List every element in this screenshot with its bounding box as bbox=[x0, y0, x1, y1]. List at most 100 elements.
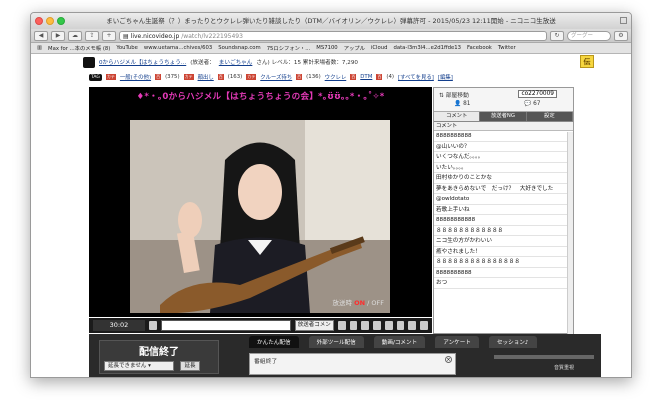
bookmark-item[interactable]: MS7100 bbox=[316, 45, 337, 51]
forward-button[interactable]: ▶ bbox=[51, 30, 65, 41]
list-item[interactable]: いたい。。。。 bbox=[434, 163, 573, 173]
comment-input[interactable] bbox=[160, 320, 291, 331]
comment-settings-icon[interactable] bbox=[148, 321, 157, 330]
dictionary-icon[interactable]: 百 bbox=[376, 74, 383, 80]
dictionary-icon[interactable]: 百 bbox=[296, 74, 303, 80]
bookmark-item[interactable]: YouTube bbox=[116, 45, 138, 51]
bookmark-item[interactable]: data-l3m3l4...e2d1ffde13 bbox=[394, 45, 461, 51]
comment-icon[interactable] bbox=[349, 321, 358, 330]
keyboard-icon[interactable] bbox=[361, 321, 370, 330]
fullscreen-button[interactable] bbox=[620, 17, 627, 24]
broadcaster-link[interactable]: まいごちゃん bbox=[219, 58, 253, 66]
minimize-button[interactable] bbox=[46, 17, 54, 25]
add-tab-button[interactable]: + bbox=[102, 30, 116, 41]
cloud-icon[interactable]: ☁ bbox=[68, 30, 82, 41]
tag-link[interactable]: 顔出し bbox=[198, 73, 214, 81]
quality-icon[interactable] bbox=[373, 321, 381, 330]
dictionary-icon[interactable]: 百 bbox=[217, 74, 224, 80]
close-icon[interactable]: × bbox=[445, 356, 452, 363]
bookmark-item[interactable]: アップル bbox=[344, 44, 365, 52]
tab-broadcaster-ng[interactable]: 放送者NG bbox=[480, 112, 527, 121]
edit-tags-link[interactable]: [編集] bbox=[438, 73, 453, 81]
tag-count: (163) bbox=[227, 74, 243, 80]
zoom-button[interactable] bbox=[57, 17, 65, 25]
address-bar[interactable]: ▤ live.nicovideo.jp/watch/lv222195493 bbox=[119, 30, 547, 41]
list-icon[interactable] bbox=[384, 321, 393, 330]
tab-video-comment[interactable]: 動画/コメント bbox=[373, 336, 426, 348]
program-end-popup: 番組終了 × bbox=[249, 353, 456, 375]
settings-icon[interactable] bbox=[420, 321, 428, 330]
broadcaster-label: (放送者： bbox=[190, 60, 215, 66]
community-select[interactable]: co2270009 bbox=[518, 90, 557, 98]
bookmark-item[interactable]: Soundsnap.com bbox=[218, 45, 260, 51]
tab-external-tool[interactable]: 外部ツール配信 bbox=[308, 336, 364, 348]
list-item[interactable]: 癒やされました！ bbox=[434, 247, 573, 257]
tab-easy-broadcast[interactable]: かんたん配信 bbox=[249, 336, 299, 348]
browser-window: まいごちゃん生誕祭（？）まったりとウクレレ弾いたり雑談したり（DTM／バイオリン… bbox=[30, 12, 632, 378]
gear-icon[interactable]: ⚙ bbox=[614, 30, 628, 41]
close-button[interactable] bbox=[35, 17, 43, 25]
extend-select[interactable]: 延長できません ▾ bbox=[104, 361, 174, 371]
broadcaster-comment-button[interactable]: 放送者コメン bbox=[294, 320, 334, 331]
stream-title-link[interactable]: 0からハジメル【はちょうちょう... bbox=[99, 58, 186, 66]
tag-link[interactable]: 一般(その他) bbox=[120, 73, 151, 81]
bookmark-item[interactable]: Facebook bbox=[467, 45, 492, 51]
viewer-count: 👤 81 bbox=[454, 101, 471, 107]
extend-button[interactable]: 延長 bbox=[180, 361, 200, 371]
refresh-icon[interactable] bbox=[396, 321, 405, 330]
video-frame[interactable]: 放送時 ON / OFF bbox=[130, 120, 390, 313]
list-item[interactable]: いくつなんだ。。。。 bbox=[434, 152, 573, 163]
list-item[interactable]: ニコ生の方がかわいい bbox=[434, 236, 573, 247]
reading-list-icon[interactable]: ▥ bbox=[37, 45, 42, 51]
tag-link[interactable]: DTM bbox=[360, 74, 372, 80]
player-controls: 30:02 放送者コメン bbox=[89, 318, 432, 333]
close-icon[interactable] bbox=[337, 321, 346, 330]
tab-comments[interactable]: コメント bbox=[434, 112, 481, 121]
bookmark-item[interactable]: Twitter bbox=[498, 45, 516, 51]
watermark-text: 放送時 bbox=[332, 299, 353, 307]
list-item[interactable]: ８８８８８８８８８８８８ bbox=[434, 226, 573, 236]
bookmark-item[interactable]: iCloud bbox=[371, 45, 388, 51]
level-info: さん) レベル：15 累計来場者数：7,290 bbox=[256, 60, 358, 66]
tag-link[interactable]: ウクレレ bbox=[325, 73, 347, 81]
list-item[interactable]: 夢をあきらめないで だっけ？ 大好きでした bbox=[434, 184, 573, 194]
volume-slider[interactable] bbox=[494, 355, 594, 359]
list-item[interactable]: ８８８８８８８８８８８８８８８ bbox=[434, 257, 573, 268]
bookmark-item[interactable]: 75ロシフォン・... bbox=[267, 44, 311, 52]
tab-survey[interactable]: アンケート bbox=[435, 336, 479, 348]
list-item[interactable]: おつ bbox=[434, 278, 573, 289]
list-item[interactable]: 田村ゆかりのことかな bbox=[434, 173, 573, 184]
list-item[interactable]: 8888888888 bbox=[434, 268, 573, 278]
tag-lock-icon: カテ bbox=[183, 74, 194, 80]
den-badge[interactable]: 伝 bbox=[580, 55, 594, 68]
tag-link[interactable]: クルーズ待ち bbox=[260, 73, 292, 81]
off-label: / OFF bbox=[367, 299, 384, 307]
tab-session[interactable]: セッション♪ bbox=[488, 336, 537, 348]
stream-info-bar: 0からハジメル【はちょうちょう... (放送者： まいごちゃん さん) レベル：… bbox=[83, 54, 601, 70]
video-player[interactable]: ♦*・｡0からハジメル【はちょうちょうの会】*｡ʊ̈ʊ̈｡｡*・｡˚✧* 放送時… bbox=[89, 87, 432, 317]
list-item[interactable]: 若歌上手いね bbox=[434, 205, 573, 215]
comment-scrollbar[interactable] bbox=[567, 132, 573, 334]
stream-thumbnail[interactable] bbox=[83, 56, 95, 68]
share-icon[interactable]: ⇪ bbox=[85, 30, 99, 41]
tag-count: (375) bbox=[165, 74, 180, 80]
list-item[interactable]: @owldotato bbox=[434, 194, 573, 205]
list-item[interactable]: @山いいの？ bbox=[434, 142, 573, 152]
search-field[interactable]: グーグー bbox=[567, 30, 611, 41]
tab-settings[interactable]: 設定 bbox=[526, 112, 573, 121]
back-button[interactable]: ◀ bbox=[34, 30, 48, 41]
screenshot-icon[interactable] bbox=[408, 321, 417, 330]
bookmark-item[interactable]: www.uetama...chives/603 bbox=[144, 45, 212, 51]
reload-icon[interactable]: ↻ bbox=[550, 30, 564, 41]
comment-column-header[interactable]: コメント bbox=[434, 122, 573, 131]
bookmark-item[interactable]: Max for ...本のメモ帳 (8) bbox=[48, 44, 110, 52]
dictionary-icon[interactable]: 百 bbox=[155, 74, 162, 80]
see-all-tags-link[interactable]: [すべてを見る] bbox=[398, 73, 434, 81]
dictionary-icon[interactable]: 百 bbox=[350, 74, 357, 80]
end-broadcast-button[interactable]: 配信終了 bbox=[100, 343, 218, 358]
list-item[interactable]: 8888888888 bbox=[434, 131, 573, 142]
window-title: まいごちゃん生誕祭（？）まったりとウクレレ弾いたり雑談したり（DTM／バイオリン… bbox=[106, 17, 556, 25]
on-off-toggle[interactable]: 放送時 ON / OFF bbox=[333, 297, 384, 307]
room-move-button[interactable]: ⇅ 部屋移動 bbox=[439, 90, 469, 99]
list-item[interactable]: 88888888888 bbox=[434, 215, 573, 226]
